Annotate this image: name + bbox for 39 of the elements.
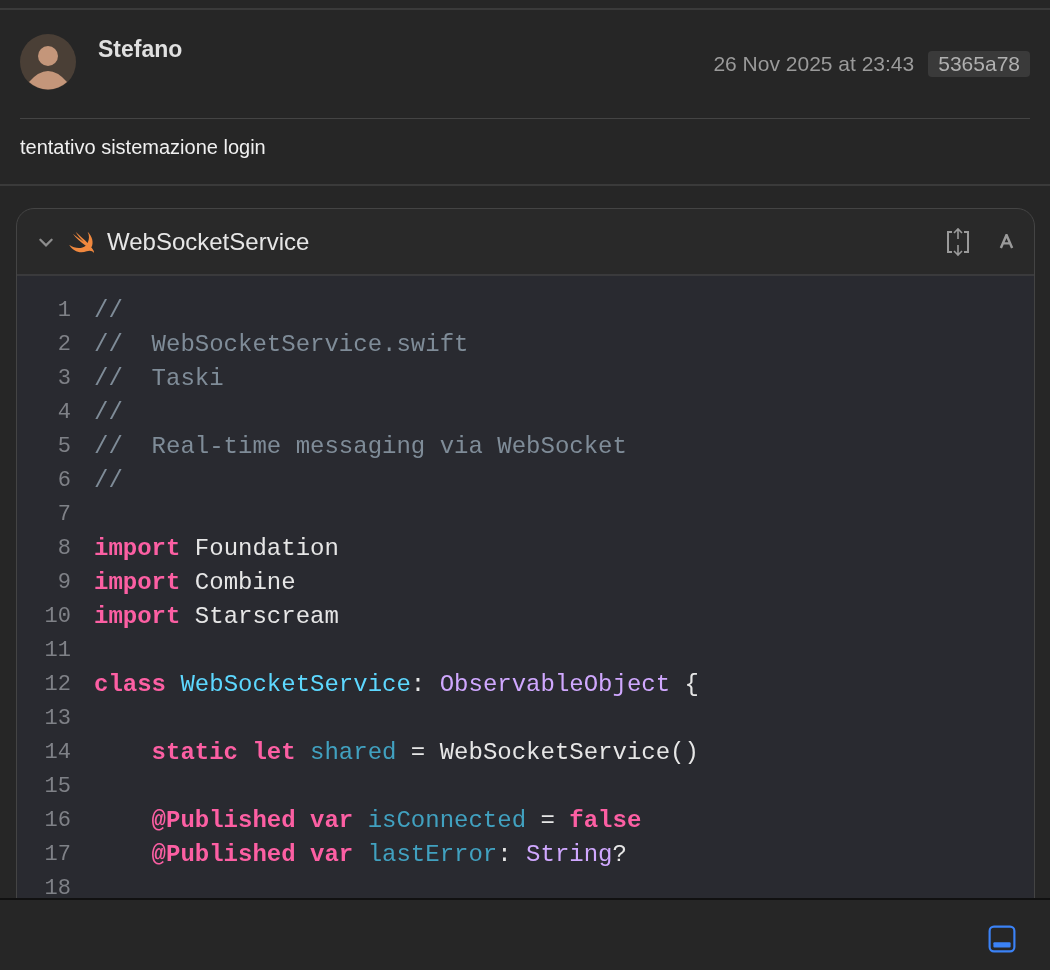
code-line: // bbox=[94, 296, 123, 324]
code-line: import Foundation bbox=[94, 534, 339, 562]
line-number: 12 bbox=[43, 671, 71, 697]
code-line: static let shared = WebSocketService() bbox=[150, 738, 699, 766]
panel-toggle-icon[interactable] bbox=[988, 925, 1016, 953]
line-number: 14 bbox=[43, 739, 71, 765]
line-number: 3 bbox=[56, 365, 71, 391]
line-number: 18 bbox=[43, 875, 71, 901]
line-number: 16 bbox=[43, 807, 71, 833]
commit-date: 26 Nov 2025 at 23:43 bbox=[713, 52, 915, 76]
line-number: 7 bbox=[56, 501, 71, 527]
line-number: 9 bbox=[56, 569, 71, 595]
commit-hash: 5365a78 bbox=[928, 51, 1030, 77]
line-number: 10 bbox=[43, 603, 71, 629]
line-number: 17 bbox=[43, 841, 71, 867]
avatar-icon bbox=[20, 34, 76, 90]
line-number: 5 bbox=[56, 433, 71, 459]
line-number: 6 bbox=[56, 467, 71, 493]
line-number: 11 bbox=[43, 637, 71, 663]
line-number: 8 bbox=[56, 535, 71, 561]
file-name: WebSocketService bbox=[107, 227, 310, 256]
line-number: 15 bbox=[43, 773, 71, 799]
code-line: @Published var isConnected = false bbox=[150, 806, 642, 834]
code-line: import Starscream bbox=[94, 602, 339, 630]
line-number: 4 bbox=[56, 399, 71, 425]
code-line: // bbox=[94, 466, 123, 494]
code-line: class WebSocketService: ObservableObject { bbox=[94, 670, 699, 698]
line-number: 2 bbox=[56, 331, 71, 357]
code-line: // Taski bbox=[94, 364, 224, 392]
line-number: 13 bbox=[43, 705, 71, 731]
code-line: import Combine bbox=[94, 568, 296, 596]
code-line: // bbox=[94, 398, 123, 426]
code-line: // Real-time messaging via WebSocket bbox=[94, 432, 627, 460]
commit-message: tentativo sistemazione login bbox=[20, 135, 267, 160]
author-name: Stefano bbox=[98, 36, 184, 63]
code-line: // WebSocketService.swift bbox=[94, 330, 469, 358]
font-icon[interactable] bbox=[999, 234, 1014, 249]
line-number: 1 bbox=[56, 297, 71, 323]
code-line: @Published var lastError: String? bbox=[150, 840, 627, 868]
